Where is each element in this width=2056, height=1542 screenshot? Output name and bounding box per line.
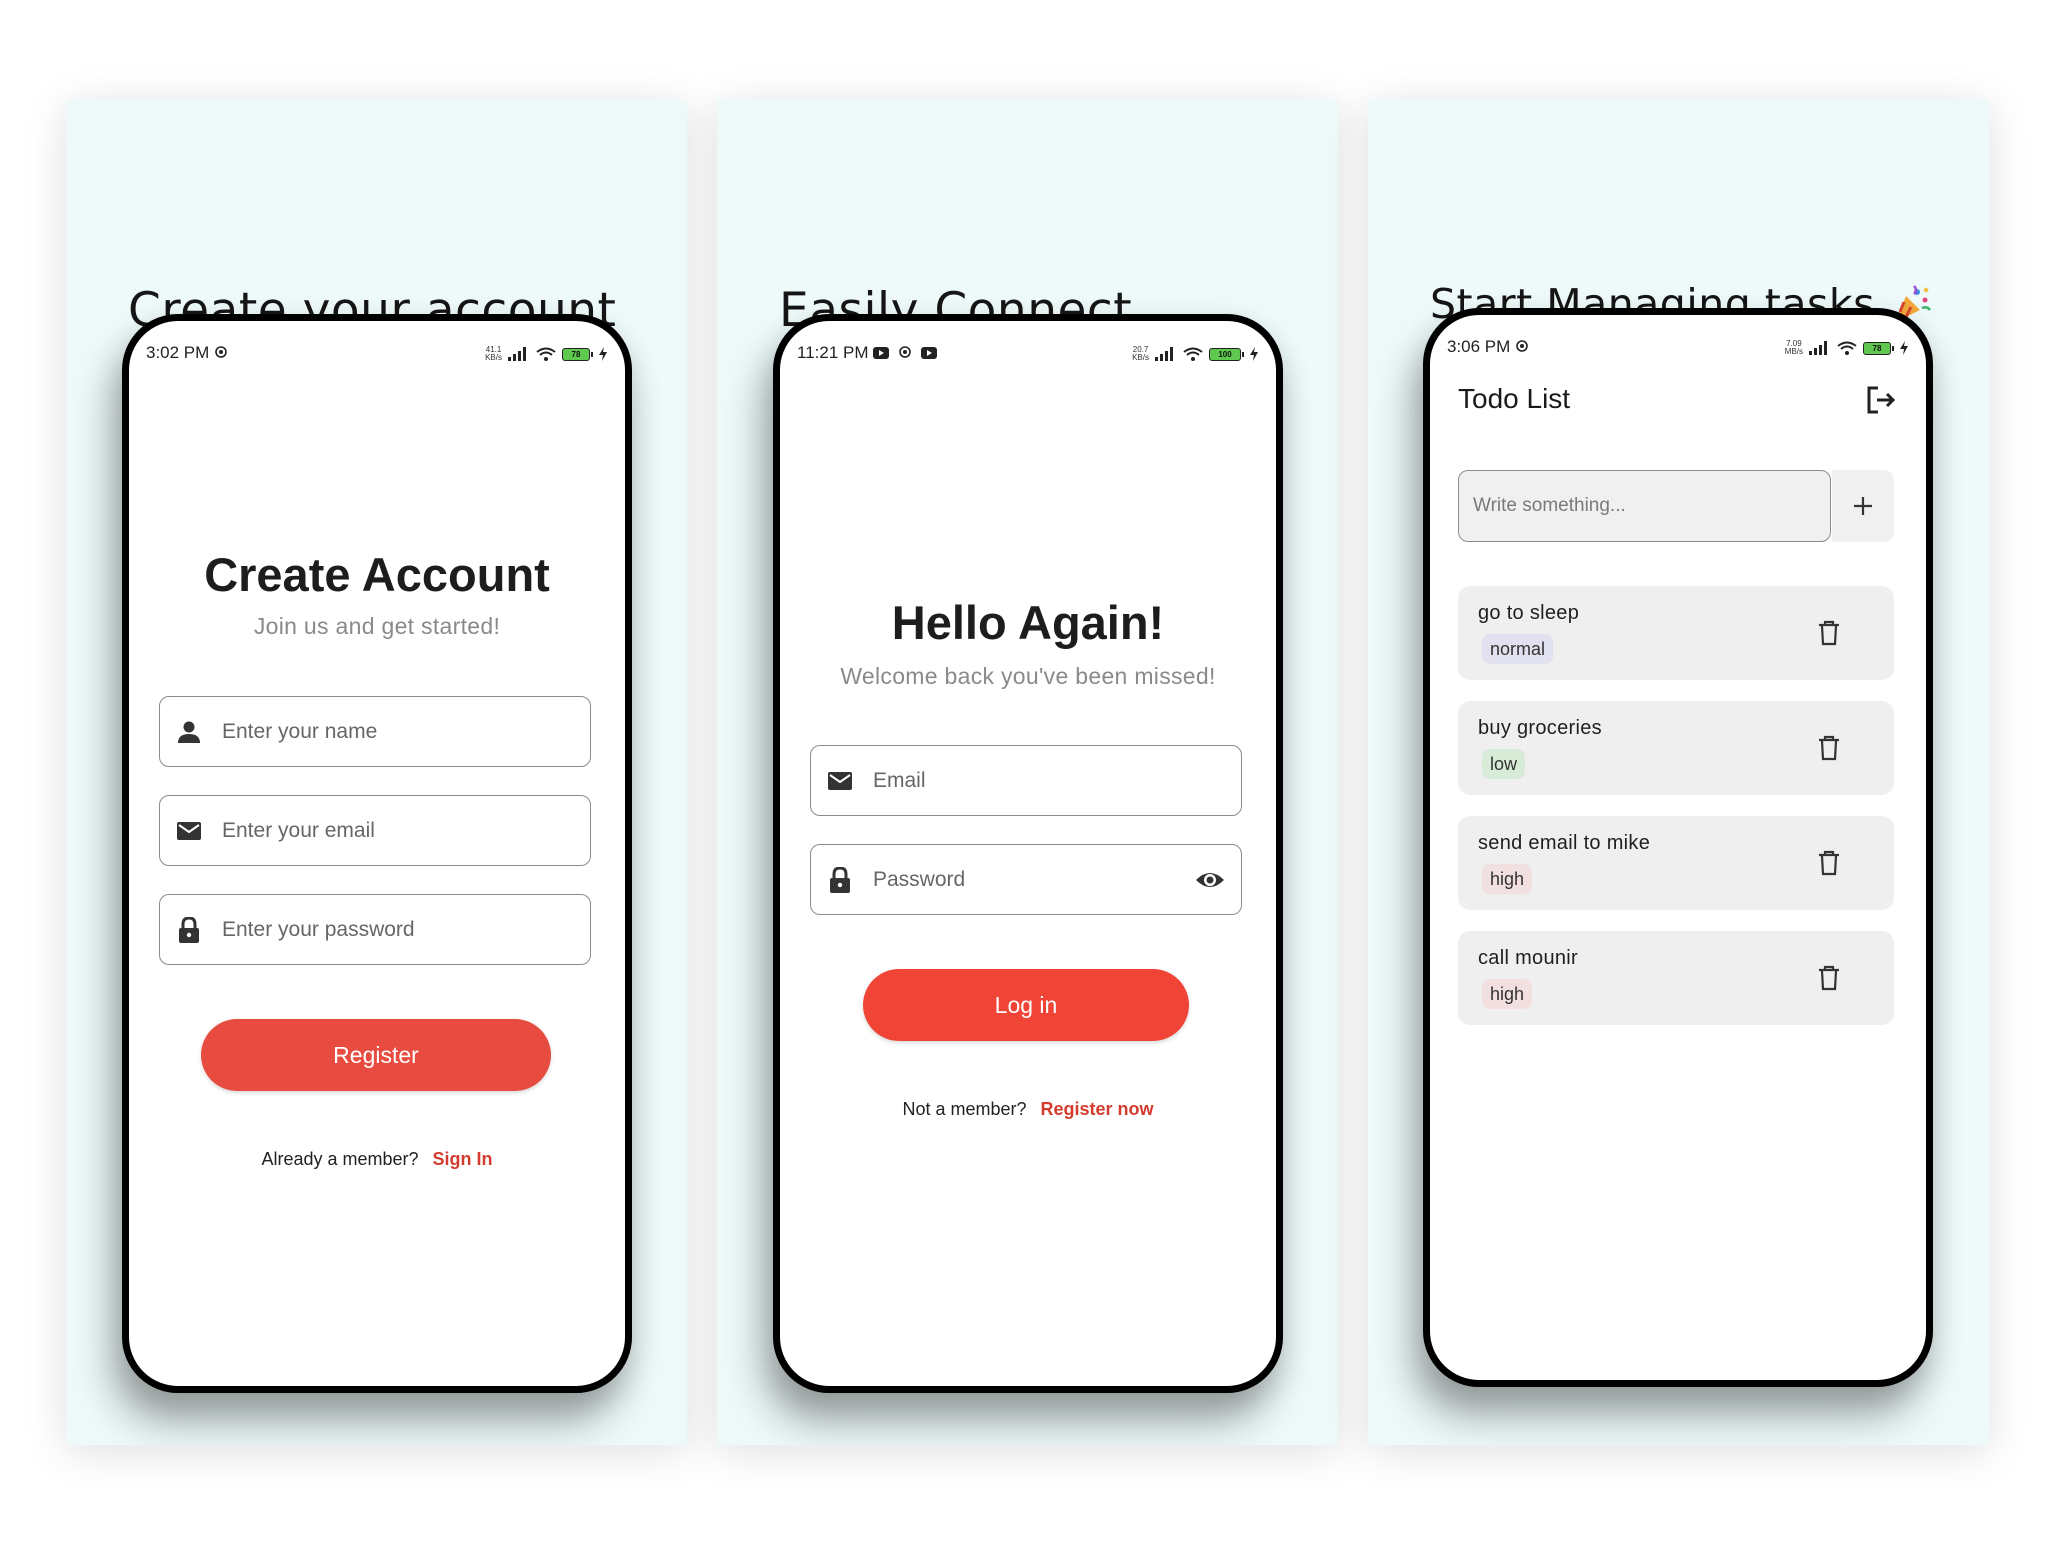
phone-frame: 3:06 PM 7.09 MB/s 78 Todo List Write some… bbox=[1423, 308, 1933, 1387]
signin-prompt: Already a member? Sign In bbox=[129, 1149, 625, 1170]
battery-icon: 78 bbox=[1863, 341, 1894, 355]
task-item[interactable]: go to sleep normal bbox=[1458, 586, 1894, 680]
page-subheading: Welcome back you've been missed! bbox=[840, 663, 1216, 689]
signal-icon bbox=[508, 347, 526, 361]
panel-login: Easily Connect 11:21 PM 20.7 KB/s 100 Hel… bbox=[717, 100, 1338, 1445]
gear-icon bbox=[215, 346, 227, 358]
add-task-button[interactable] bbox=[1832, 470, 1894, 542]
task-input[interactable]: Write something... bbox=[1458, 470, 1831, 542]
page-heading: Hello Again! bbox=[891, 596, 1165, 649]
charging-icon bbox=[599, 347, 607, 361]
status-time: 3:06 PM bbox=[1447, 337, 1511, 356]
logout-icon[interactable] bbox=[1866, 385, 1896, 415]
app-title: Todo List bbox=[1458, 383, 1571, 414]
password-field[interactable]: Enter your password bbox=[159, 894, 591, 965]
plus-icon bbox=[1854, 497, 1872, 515]
gear-icon bbox=[1516, 340, 1528, 352]
email-field-placeholder: Enter your email bbox=[222, 819, 375, 842]
network-speed: 41.1 KB/s bbox=[485, 345, 502, 362]
mail-icon bbox=[177, 822, 201, 840]
status-bar: 11:21 PM 20.7 KB/s 100 bbox=[797, 341, 1258, 367]
page-subheading: Join us and get started! bbox=[253, 613, 501, 639]
email-field[interactable]: Email bbox=[810, 745, 1242, 816]
network-speed: 7.09 MB/s bbox=[1784, 339, 1803, 356]
trash-icon[interactable] bbox=[1818, 620, 1840, 646]
battery-icon: 100 bbox=[1209, 347, 1244, 361]
charging-icon bbox=[1250, 347, 1258, 361]
priority-chip: high bbox=[1482, 864, 1533, 894]
youtube-icon bbox=[873, 347, 890, 359]
email-field-placeholder: Email bbox=[873, 769, 926, 792]
signal-icon bbox=[1809, 341, 1827, 355]
panel-create-account: Create your account 3:02 PM 41.1 KB/s 78 … bbox=[66, 100, 687, 1445]
status-bar: 3:06 PM 7.09 MB/s 78 bbox=[1447, 335, 1908, 361]
task-text: send email to mike bbox=[1478, 832, 1651, 854]
task-item[interactable]: call mounir high bbox=[1458, 931, 1894, 1025]
trash-icon[interactable] bbox=[1818, 735, 1840, 761]
task-text: call mounir bbox=[1478, 947, 1578, 969]
mail-icon bbox=[828, 772, 852, 790]
login-button[interactable]: Log in bbox=[863, 969, 1189, 1041]
trash-icon[interactable] bbox=[1818, 850, 1840, 876]
password-field-placeholder: Password bbox=[873, 868, 966, 891]
email-field[interactable]: Enter your email bbox=[159, 795, 591, 866]
task-input-placeholder: Write something... bbox=[1473, 495, 1626, 516]
sign-in-link[interactable]: Sign In bbox=[433, 1149, 493, 1169]
name-field[interactable]: Enter your name bbox=[159, 696, 591, 767]
panel-todo: Start Managing tasks 3:06 PM 7.09 MB/s 78 bbox=[1368, 100, 1989, 1445]
lock-icon bbox=[179, 917, 199, 943]
page-heading: Create Account bbox=[204, 548, 550, 601]
priority-chip: high bbox=[1482, 979, 1533, 1009]
person-icon bbox=[178, 721, 200, 743]
youtube-icon bbox=[920, 347, 937, 359]
charging-icon bbox=[1900, 341, 1908, 355]
status-bar: 3:02 PM 41.1 KB/s 78 bbox=[146, 341, 607, 367]
eye-icon[interactable] bbox=[1195, 867, 1225, 893]
task-item[interactable]: buy groceries low bbox=[1458, 701, 1894, 795]
trash-icon[interactable] bbox=[1818, 965, 1840, 991]
priority-chip: low bbox=[1482, 749, 1526, 779]
status-time: 11:21 PM bbox=[797, 343, 869, 362]
signal-icon bbox=[1155, 347, 1173, 361]
wifi-icon bbox=[536, 347, 556, 361]
name-field-placeholder: Enter your name bbox=[222, 720, 378, 743]
task-text: go to sleep bbox=[1478, 602, 1580, 624]
password-field-placeholder: Enter your password bbox=[222, 918, 415, 941]
battery-icon: 78 bbox=[562, 347, 593, 361]
network-speed: 20.7 KB/s bbox=[1132, 345, 1149, 362]
phone-frame: 11:21 PM 20.7 KB/s 100 Hello Again! Welco… bbox=[773, 314, 1283, 1393]
signin-prompt-text: Already a member? bbox=[261, 1149, 419, 1169]
register-prompt-text: Not a member? bbox=[902, 1099, 1027, 1119]
status-time: 3:02 PM bbox=[146, 343, 210, 362]
task-item[interactable]: send email to mike high bbox=[1458, 816, 1894, 910]
register-prompt: Not a member? Register now bbox=[780, 1099, 1276, 1120]
phone-frame: 3:02 PM 41.1 KB/s 78 Create Account Join … bbox=[122, 314, 632, 1393]
wifi-icon bbox=[1837, 341, 1857, 355]
register-now-link[interactable]: Register now bbox=[1041, 1099, 1154, 1119]
gear-icon bbox=[899, 346, 911, 358]
register-button[interactable]: Register bbox=[201, 1019, 551, 1091]
priority-chip: normal bbox=[1482, 634, 1554, 664]
wifi-icon bbox=[1183, 347, 1203, 361]
task-text: buy groceries bbox=[1478, 717, 1602, 739]
password-field[interactable]: Password bbox=[810, 844, 1242, 915]
lock-icon bbox=[830, 867, 850, 893]
